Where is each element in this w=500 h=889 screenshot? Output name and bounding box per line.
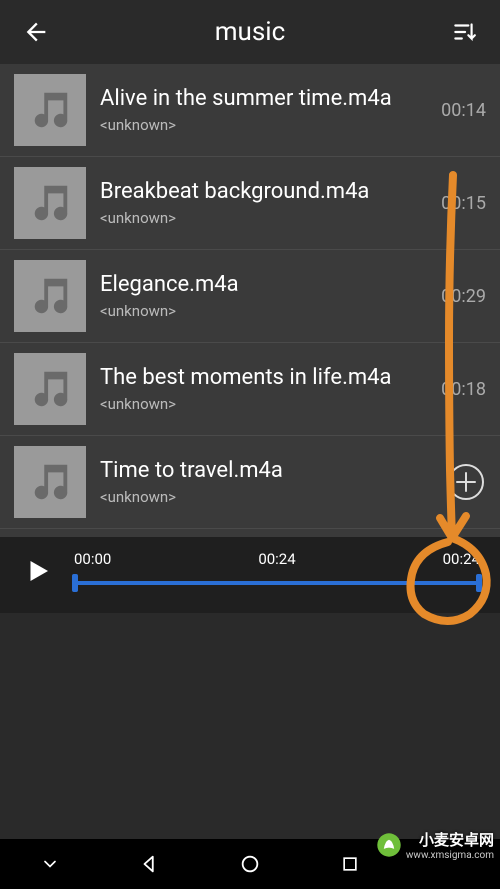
track-thumbnail [14,74,86,146]
sort-button[interactable] [444,12,484,52]
track-item[interactable]: Alive in the summer time.m4a <unknown> 0… [0,64,500,157]
nav-back-icon [139,853,161,875]
track-thumbnail [14,167,86,239]
track-item[interactable]: Breakbeat background.m4a <unknown> 00:15 [0,157,500,250]
play-icon [23,556,53,586]
time-end: 00:24 [443,550,480,568]
track-artist: <unknown> [100,395,433,413]
time-mid: 00:24 [258,550,295,568]
track-title: Elegance.m4a [100,272,433,298]
arrow-left-icon [22,18,50,46]
music-note-icon [27,273,73,319]
nav-recent-icon [340,854,360,874]
add-track-button[interactable] [446,462,486,502]
track-meta: Time to travel.m4a <unknown> [100,458,422,506]
music-note-icon [27,366,73,412]
track-artist: <unknown> [100,209,433,227]
track-meta: The best moments in life.m4a <unknown> [100,365,433,413]
seek-track[interactable] [70,574,484,592]
nav-expand-button[interactable] [20,844,80,884]
watermark-text: 小麦安卓网 [406,829,494,850]
track-title: Time to travel.m4a [100,458,422,484]
track-artist: <unknown> [100,116,433,134]
music-note-icon [27,87,73,133]
range-handle-start[interactable] [72,574,78,592]
track-duration: 00:15 [441,193,486,214]
track-title: Alive in the summer time.m4a [100,86,433,112]
track-item[interactable]: The best moments in life.m4a <unknown> 0… [0,343,500,436]
track-duration: 00:14 [441,100,486,121]
player-bar: 00:00 00:24 00:24 [0,537,500,613]
track-title: Breakbeat background.m4a [100,179,433,205]
track-artist: <unknown> [100,302,433,320]
track-meta: Elegance.m4a <unknown> [100,272,433,320]
watermark-url: www.xmsigma.com [406,850,494,861]
play-button[interactable] [16,549,60,593]
time-start: 00:00 [74,550,111,568]
track-duration: 00:29 [441,286,486,307]
track-list: Alive in the summer time.m4a <unknown> 0… [0,64,500,529]
app-header: music [0,0,500,64]
page-title: music [215,17,285,47]
range-handle-end[interactable] [476,574,482,592]
back-button[interactable] [16,12,56,52]
timeline[interactable]: 00:00 00:24 00:24 [70,550,484,592]
track-item[interactable]: Time to travel.m4a <unknown> [0,436,500,529]
watermark-logo-icon [376,832,402,858]
track-thumbnail [14,260,86,332]
nav-home-button[interactable] [220,844,280,884]
track-duration: 00:18 [441,379,486,400]
nav-back-button[interactable] [120,844,180,884]
track-thumbnail [14,353,86,425]
music-note-icon [27,180,73,226]
music-note-icon [27,459,73,505]
sort-icon [451,19,477,45]
nav-home-icon [239,853,261,875]
watermark: 小麦安卓网 www.xmsigma.com [376,829,494,861]
chevron-down-icon [40,854,60,874]
empty-area [0,613,500,839]
track-artist: <unknown> [100,488,422,506]
nav-recent-button[interactable] [320,844,380,884]
track-meta: Alive in the summer time.m4a <unknown> [100,86,433,134]
track-title: The best moments in life.m4a [100,365,433,391]
track-meta: Breakbeat background.m4a <unknown> [100,179,433,227]
track-item[interactable]: Elegance.m4a <unknown> 00:29 [0,250,500,343]
track-thumbnail [14,446,86,518]
